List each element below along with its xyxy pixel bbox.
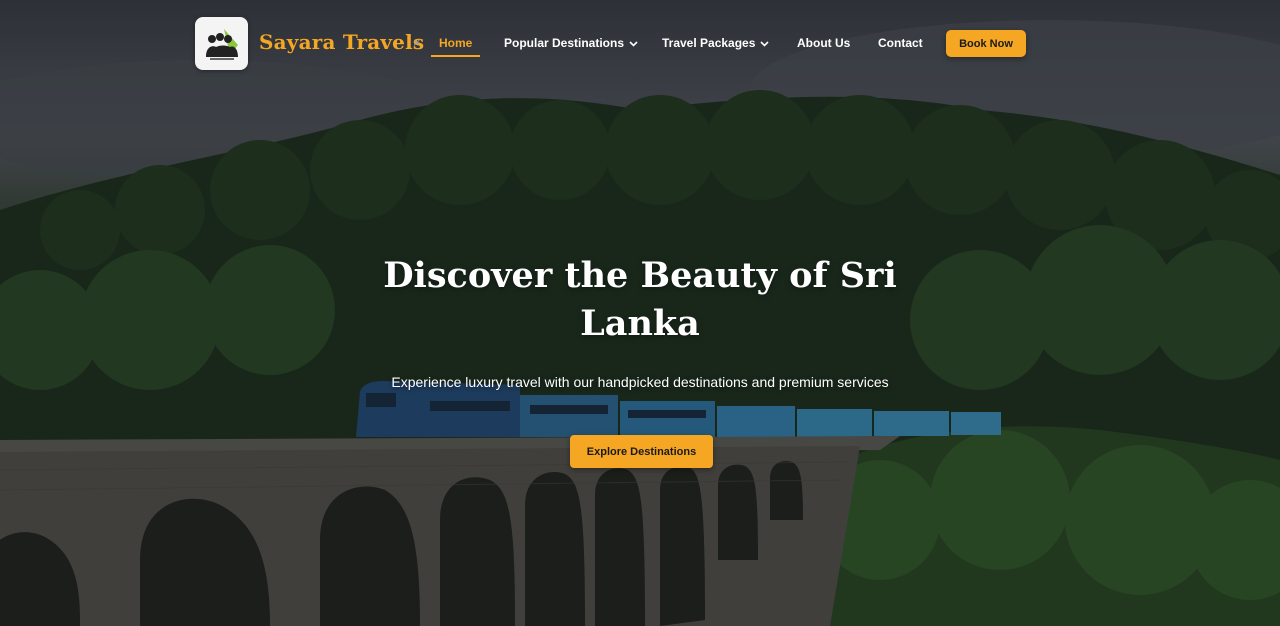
- book-now-button[interactable]: Book Now: [946, 30, 1026, 57]
- nav-item-about-us[interactable]: About Us: [797, 36, 850, 50]
- close-icon[interactable]: ×: [413, 35, 421, 50]
- sayara-logo-icon: [205, 28, 238, 60]
- top-navbar: Sayara Travels × Home Popular Destinatio…: [0, 0, 1280, 88]
- hero-headline: Discover the Beauty of Sri Lanka: [383, 255, 897, 344]
- explore-destinations-button[interactable]: Explore Destinations: [570, 435, 713, 468]
- chevron-down-icon: [760, 41, 769, 47]
- chevron-down-icon: [629, 41, 638, 47]
- nav-item-label: Travel Packages: [662, 36, 756, 50]
- nav-item-home[interactable]: Home: [439, 36, 472, 50]
- brand-logo[interactable]: [195, 17, 248, 70]
- active-nav-underline: [431, 55, 480, 57]
- nav-item-label: Popular Destinations: [504, 36, 625, 50]
- nav-item-travel-packages[interactable]: Travel Packages: [662, 36, 769, 50]
- brand-name[interactable]: Sayara Travels: [259, 30, 424, 54]
- nav-item-popular-destinations[interactable]: Popular Destinations: [504, 36, 638, 50]
- hero-subheadline: Experience luxury travel with our handpi…: [391, 374, 889, 390]
- nav-item-contact[interactable]: Contact: [878, 36, 923, 50]
